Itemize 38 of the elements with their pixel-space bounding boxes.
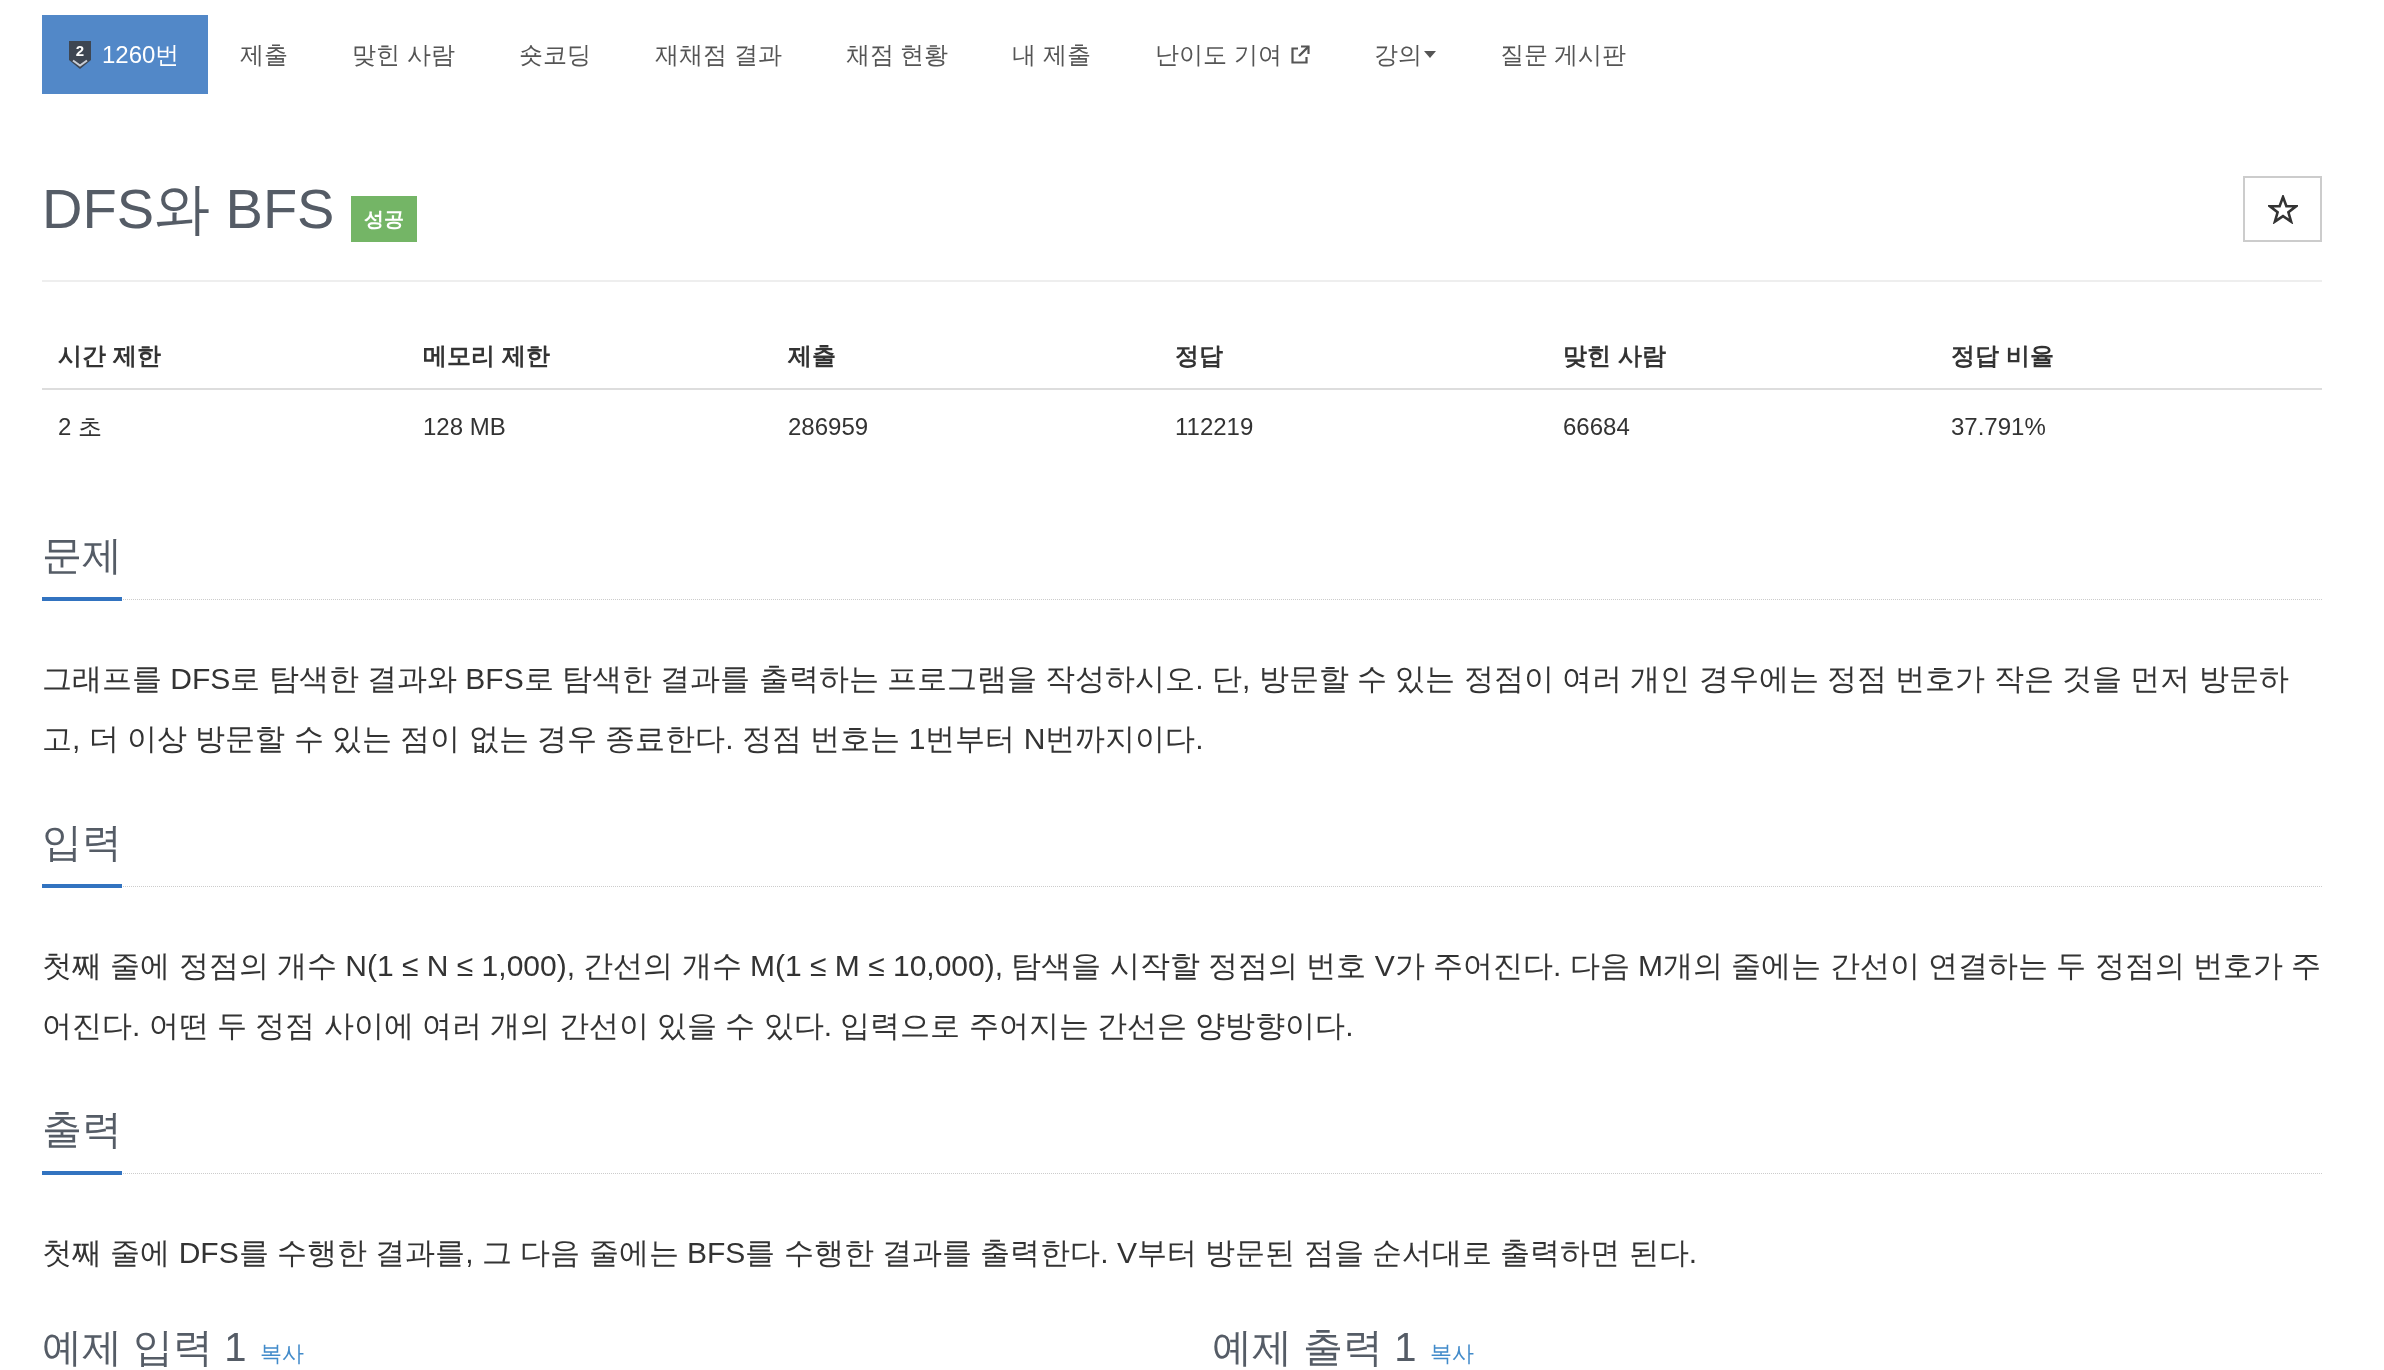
nav-tab[interactable]: 강의 bbox=[1341, 15, 1468, 94]
shield-badge-icon: 2 bbox=[68, 40, 92, 69]
section-text: 첫째 줄에 정점의 개수 N(1 ≤ N ≤ 1,000), 간선의 개수 M(1 ≤ M ≤ 10,000), 탐색을 시작할 정점의 번호 V가 주어진다. 다음 M개의 줄에는 간선이 연결하는 두 정점의 번호가 주어진다. 어떤 두 정점 사이에 여러 개의 간선이 있을 수 있다. 입력으로 주어지는 간선은 양방향이다. bbox=[42, 948, 2322, 1044]
table-cell-text: 286959 bbox=[787, 412, 870, 442]
table-header: 정답 비율 bbox=[1935, 324, 2322, 390]
result-label: 성공 bbox=[351, 196, 418, 242]
table-header: 맞힌 사람 bbox=[1547, 324, 1935, 390]
nav-tab[interactable]: 숏코딩 bbox=[487, 15, 624, 94]
sample-heading: 예제 출력 1 bbox=[1212, 1324, 1417, 1370]
external-link-icon bbox=[1289, 44, 1310, 65]
table-cell-text: 128 MB bbox=[422, 412, 507, 442]
nav-tab[interactable]: 채점 현황 bbox=[813, 15, 981, 94]
sample-heading: 예제 입력 1 bbox=[42, 1324, 247, 1370]
nav-tab[interactable]: 재채점 결과 bbox=[623, 15, 814, 94]
table-header: 정답 bbox=[1159, 324, 1547, 390]
nav-tab[interactable]: 제출 bbox=[208, 15, 321, 94]
favorite-button[interactable] bbox=[2243, 176, 2322, 242]
table-cell-text: 37.791% bbox=[1950, 412, 2047, 442]
section-text: 그래프를 DFS로 탐색한 결과와 BFS로 탐색한 결과를 출력하는 프로그램을 작성하시오. 단, 방문할 수 있는 정점이 여러 개인 경우에는 정점 번호가 작은 것을 먼저 방문하고, 더 이상 방문할 수 있는 점이 없는 경우 종료한다. 정점 번호는 1번부터 N번까지이다. bbox=[42, 661, 2290, 757]
table-cell-text: 66684 bbox=[1562, 412, 1631, 442]
problem-title: DFS와 BFS bbox=[42, 177, 335, 241]
copy-link[interactable]: 복사 bbox=[260, 1339, 305, 1369]
section-text: 첫째 줄에 DFS를 수행한 결과를, 그 다음 줄에는 BFS를 수행한 결과를 출력한다. V부터 방문된 점을 순서대로 출력하면 된다. bbox=[42, 1235, 1699, 1271]
table-cell-text: 112219 bbox=[1174, 412, 1255, 442]
nav-tab[interactable]: 맞힌 사람 bbox=[320, 15, 488, 94]
table-cell-text: 2 초 bbox=[57, 412, 103, 442]
nav-tab[interactable]: 난이도 기여 bbox=[1123, 15, 1342, 94]
section-heading: 출력 bbox=[42, 1105, 122, 1175]
table-header: 메모리 제한 bbox=[407, 324, 772, 390]
caret-icon bbox=[1423, 51, 1436, 58]
copy-link[interactable]: 복사 bbox=[1430, 1339, 1475, 1369]
nav-tab[interactable]: 내 제출 bbox=[980, 15, 1124, 94]
table-header: 제출 bbox=[772, 324, 1159, 390]
section-heading: 입력 bbox=[42, 818, 122, 888]
table-header: 시간 제한 bbox=[42, 324, 407, 390]
nav-tab[interactable]: 2 1260번 bbox=[42, 15, 209, 94]
nav-tab[interactable]: 질문 게시판 bbox=[1467, 15, 1659, 94]
section-heading: 문제 bbox=[42, 531, 122, 601]
